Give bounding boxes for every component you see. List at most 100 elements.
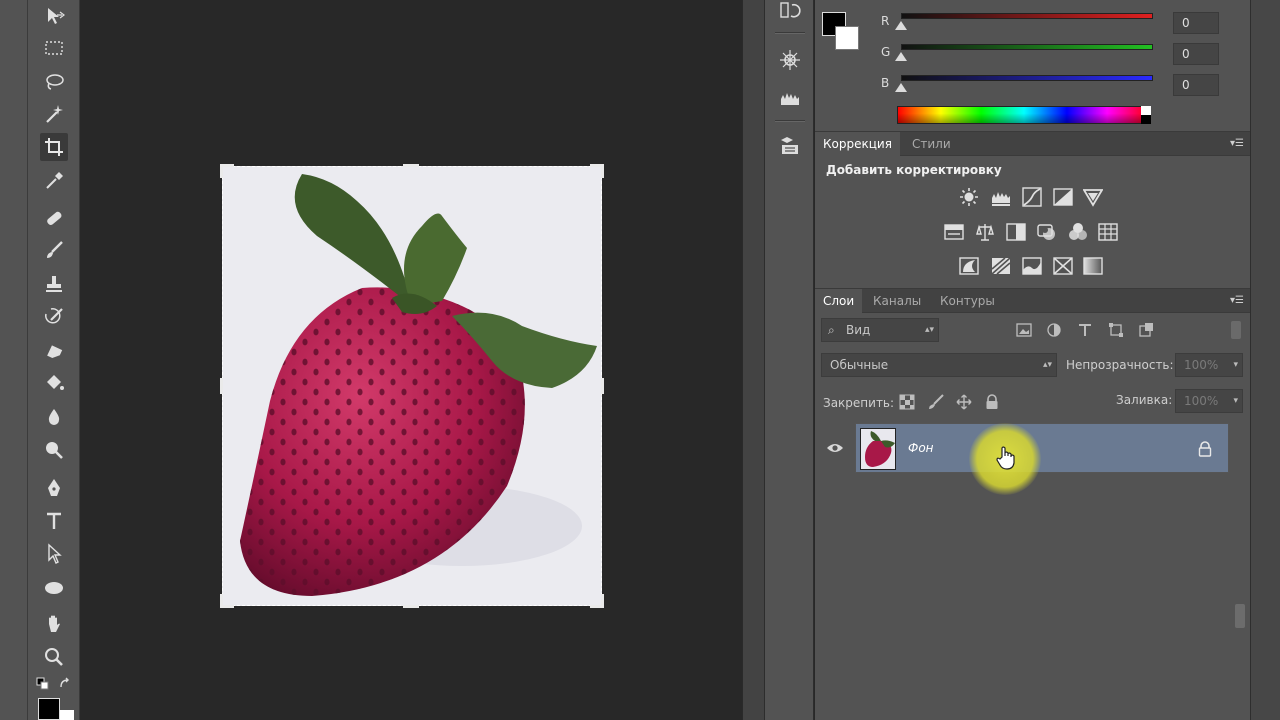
filter-shape-icon[interactable]: [1107, 321, 1125, 339]
layer-filter-select[interactable]: ⌕ Вид ▴▾: [821, 318, 939, 342]
color-spectrum-ramp[interactable]: [897, 106, 1151, 124]
type-tool-icon[interactable]: [40, 507, 68, 535]
filter-smart-object-icon[interactable]: [1138, 321, 1156, 339]
channel-mixer-icon[interactable]: [1067, 221, 1089, 243]
move-tool-icon[interactable]: [40, 2, 68, 30]
lock-pixels-icon[interactable]: [927, 393, 945, 411]
hand-tool-icon[interactable]: [40, 610, 68, 638]
black-white-icon[interactable]: [1005, 221, 1027, 243]
channel-b-value[interactable]: 0: [1173, 74, 1219, 96]
opacity-input[interactable]: 100% ▾: [1175, 353, 1243, 377]
document-canvas-area[interactable]: [80, 0, 742, 720]
path-selection-tool-icon[interactable]: [40, 540, 68, 568]
lasso-tool-icon[interactable]: [40, 68, 68, 96]
filter-pixel-icon[interactable]: [1015, 321, 1033, 339]
crop-handle-bl-v[interactable]: [220, 594, 223, 608]
threshold-icon[interactable]: [1021, 255, 1043, 277]
tab-layers[interactable]: Слои: [815, 289, 863, 313]
gradient-map-icon[interactable]: [1082, 255, 1104, 277]
panel-menu-icon[interactable]: ▾☰: [1230, 138, 1244, 149]
color-balance-icon[interactable]: [974, 221, 996, 243]
crop-handle-bottom[interactable]: [403, 605, 419, 608]
exposure-icon[interactable]: [1052, 186, 1074, 208]
channel-r-slider[interactable]: [901, 13, 1153, 19]
navigator-panel-icon[interactable]: [775, 46, 805, 74]
fill-input[interactable]: 100% ▾: [1175, 389, 1243, 413]
filter-adjustment-icon[interactable]: [1045, 321, 1063, 339]
color-lookup-icon[interactable]: [1097, 221, 1119, 243]
tab-channels[interactable]: Каналы: [865, 289, 929, 313]
crop-handle-top[interactable]: [403, 164, 419, 167]
canvas-scroll-strip[interactable]: [742, 0, 764, 720]
layers-scroll-thumb[interactable]: [1235, 604, 1245, 628]
lock-transparency-icon[interactable]: [898, 393, 916, 411]
document-image[interactable]: [222, 166, 602, 606]
pen-tool-icon[interactable]: [40, 474, 68, 502]
adjustments-panel: Коррекция Стили ▾☰ Добавить корректировк…: [815, 131, 1250, 287]
default-colors-icon[interactable]: [36, 676, 50, 690]
dock-separator: [775, 32, 805, 34]
channel-b-thumb[interactable]: [895, 83, 907, 92]
tab-paths[interactable]: Контуры: [932, 289, 1003, 313]
blur-tool-icon[interactable]: [40, 403, 68, 431]
invert-icon[interactable]: [958, 255, 980, 277]
blend-mode-select[interactable]: Обычные ▴▾: [821, 353, 1057, 377]
channel-b-slider[interactable]: [901, 75, 1153, 81]
curves-icon[interactable]: [1021, 186, 1043, 208]
stamp-tool-icon[interactable]: [40, 270, 68, 298]
swap-colors-icon[interactable]: [58, 676, 72, 690]
history-brush-tool-icon[interactable]: [40, 303, 68, 331]
channel-r-thumb[interactable]: [895, 21, 907, 30]
filter-toggle-switch[interactable]: [1231, 321, 1241, 339]
dodge-tool-icon[interactable]: [40, 436, 68, 464]
vibrance-icon[interactable]: [1082, 186, 1104, 208]
photoshop-window: R 0 G 0 B 0 Коррекция Стили ▾☰ Добавить …: [0, 0, 1280, 720]
channel-r-value[interactable]: 0: [1173, 12, 1219, 34]
layer-row-background[interactable]: Фон: [855, 423, 1229, 473]
crop-tool-icon[interactable]: [40, 133, 68, 161]
layers-panel-menu-icon[interactable]: ▾☰: [1230, 295, 1244, 306]
history-panel-icon[interactable]: [775, 0, 805, 24]
ellipse-tool-icon[interactable]: [40, 574, 68, 602]
photo-filter-icon[interactable]: [1036, 221, 1058, 243]
dock-separator-2: [775, 120, 805, 122]
brightness-contrast-icon[interactable]: [958, 186, 980, 208]
paint-bucket-tool-icon[interactable]: [40, 369, 68, 397]
selective-color-icon[interactable]: [1052, 255, 1074, 277]
eraser-tool-icon[interactable]: [40, 336, 68, 364]
channel-g-slider[interactable]: [901, 44, 1153, 50]
crop-handle-left[interactable]: [220, 378, 223, 394]
crop-handle-br-v[interactable]: [601, 594, 604, 608]
channel-g-value[interactable]: 0: [1173, 43, 1219, 65]
crop-handle-tr-v[interactable]: [601, 164, 604, 178]
tab-adjustments[interactable]: Коррекция: [815, 132, 900, 156]
filter-type-icon[interactable]: [1076, 321, 1094, 339]
posterize-icon[interactable]: [990, 255, 1012, 277]
foreground-color-swatch[interactable]: [38, 698, 60, 720]
properties-panel-icon[interactable]: [775, 132, 805, 160]
right-scrollbar-track[interactable]: [1250, 0, 1280, 720]
marquee-tool-icon[interactable]: [40, 34, 68, 62]
hue-saturation-icon[interactable]: [943, 221, 965, 243]
lock-all-icon[interactable]: [983, 393, 1001, 411]
brush-tool-icon[interactable]: [40, 236, 68, 264]
layer-visibility-toggle[interactable]: [815, 423, 855, 473]
spectrum-black-white-end[interactable]: [1141, 106, 1151, 124]
tab-styles[interactable]: Стили: [904, 132, 959, 156]
filter-updown-icon: ▴▾: [924, 325, 934, 335]
color-background-swatch[interactable]: [835, 26, 859, 50]
magic-wand-tool-icon[interactable]: [40, 100, 68, 128]
eyedropper-tool-icon[interactable]: [40, 167, 68, 195]
histogram-panel-icon[interactable]: [775, 84, 805, 112]
zoom-tool-icon[interactable]: [40, 643, 68, 671]
levels-icon[interactable]: [990, 186, 1012, 208]
background-color-swatch[interactable]: [60, 710, 74, 720]
lock-position-icon[interactable]: [955, 393, 973, 411]
channel-g-thumb[interactable]: [895, 52, 907, 61]
layer-name[interactable]: Фон: [908, 441, 934, 455]
crop-handle-right[interactable]: [601, 378, 604, 394]
healing-brush-tool-icon[interactable]: [40, 204, 68, 232]
crop-handle-tl-v[interactable]: [220, 164, 223, 178]
opacity-value: 100%: [1184, 358, 1219, 372]
left-edge-strip: [0, 0, 28, 720]
